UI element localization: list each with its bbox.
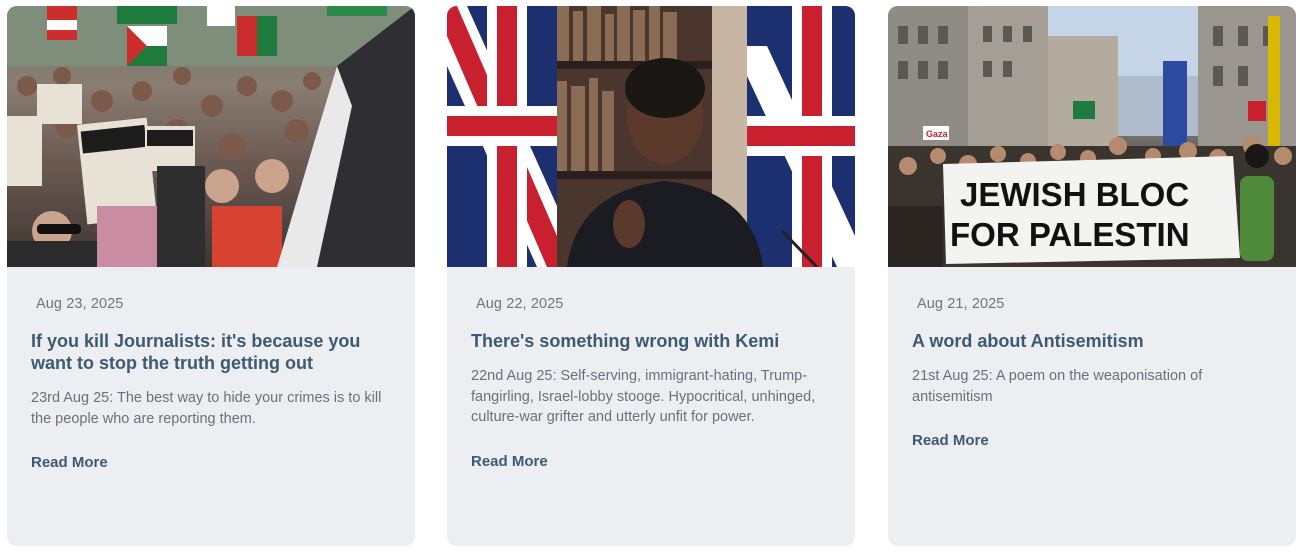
read-more-link[interactable]: Read More	[471, 453, 548, 470]
post-excerpt: 22nd Aug 25: Self-serving, immigrant-hat…	[471, 368, 816, 425]
card-image-street-march[interactable]: Gaza JEWISH BLOC FOR PALESTIN	[888, 6, 1296, 267]
card-image-speaker-union-flags[interactable]	[447, 6, 855, 267]
post-excerpt: 21st Aug 25: A poem on the weaponisation…	[912, 368, 1203, 405]
blog-card[interactable]: Aug 23, 2025 If you kill Journalists: it…	[7, 6, 415, 546]
blog-card[interactable]: Gaza JEWISH BLOC FOR PALESTIN Aug 21, 20…	[888, 6, 1296, 546]
post-title[interactable]: A word about Antisemitism	[912, 330, 1272, 352]
post-excerpt: 23rd Aug 25: The best way to hide your c…	[31, 390, 382, 427]
post-date: Aug 23, 2025	[36, 296, 124, 312]
post-title[interactable]: There's something wrong with Kemi	[471, 330, 831, 352]
read-more-link[interactable]: Read More	[31, 454, 108, 471]
post-date: Aug 21, 2025	[917, 296, 1005, 312]
post-date: Aug 22, 2025	[476, 296, 564, 312]
blog-card[interactable]: Aug 22, 2025 There's something wrong wit…	[447, 6, 855, 546]
banner-line-2: FOR PALESTIN	[950, 216, 1190, 253]
post-title[interactable]: If you kill Journalists: it's because yo…	[31, 330, 391, 374]
blog-cards: Aug 23, 2025 If you kill Journalists: it…	[0, 0, 1303, 553]
card-image-protest-crowd[interactable]	[7, 6, 415, 267]
read-more-link[interactable]: Read More	[912, 432, 989, 449]
shop-sign-text: Gaza	[926, 129, 949, 139]
banner-line-1: JEWISH BLOC	[960, 176, 1189, 213]
